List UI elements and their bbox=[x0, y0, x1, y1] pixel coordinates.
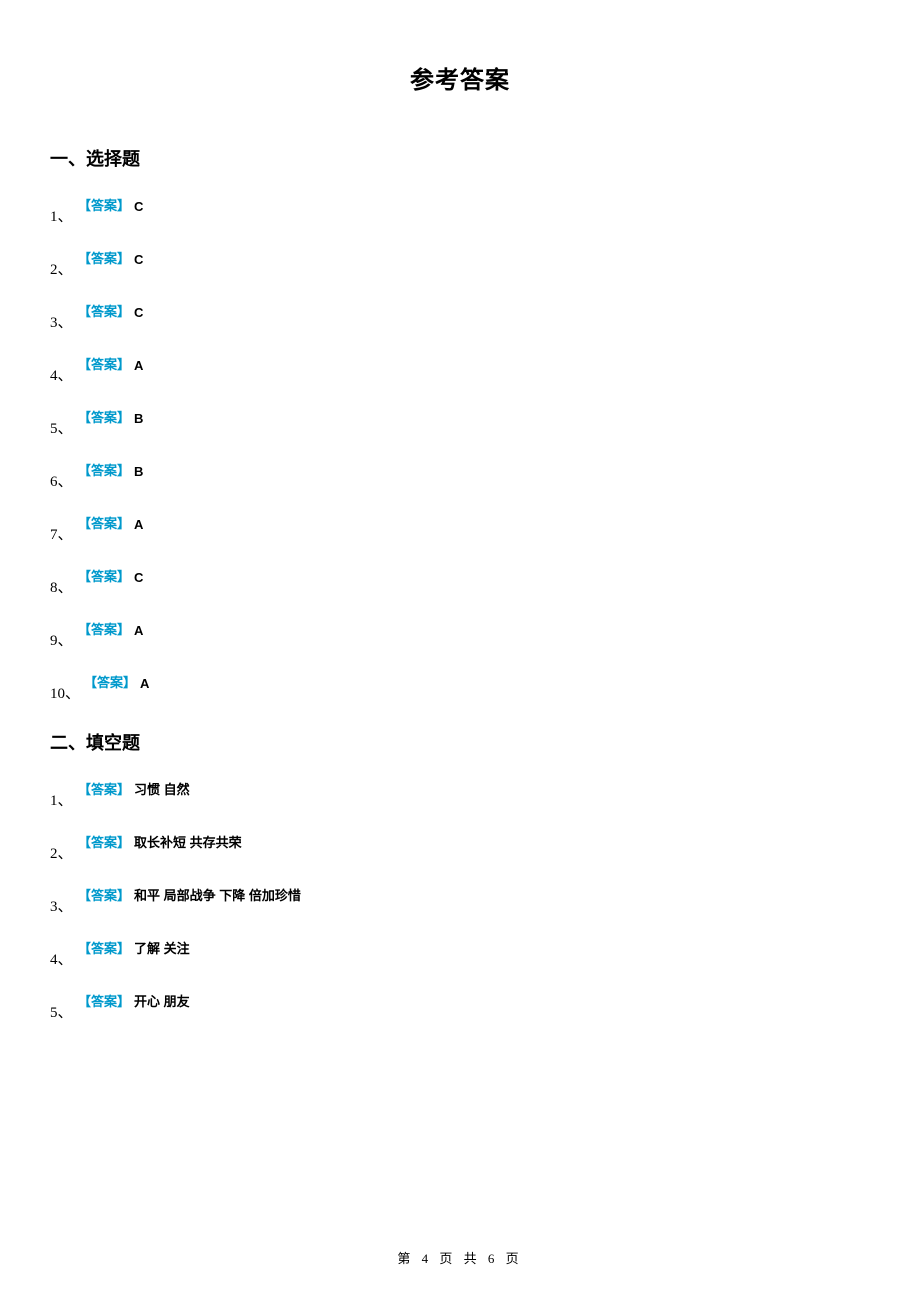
answer-label: 【答案】 bbox=[78, 938, 130, 957]
answer-value: A bbox=[134, 517, 143, 532]
answer-value: C bbox=[134, 252, 143, 267]
item-number: 5、 bbox=[50, 417, 74, 438]
item-number: 4、 bbox=[50, 364, 74, 385]
mc-item: 9、 【答案】 A bbox=[50, 623, 870, 644]
mc-item: 8、 【答案】 C bbox=[50, 570, 870, 591]
fill-item: 5、 【答案】 开心 朋友 bbox=[50, 995, 870, 1016]
item-number: 3、 bbox=[50, 895, 74, 916]
fill-item: 2、 【答案】 取长补短 共存共荣 bbox=[50, 836, 870, 857]
page-footer: 第 4 页 共 6 页 bbox=[0, 1248, 920, 1267]
item-number: 6、 bbox=[50, 470, 74, 491]
mc-item: 1、 【答案】 C bbox=[50, 199, 870, 220]
answer-value: B bbox=[134, 464, 143, 479]
mc-item: 6、 【答案】 B bbox=[50, 464, 870, 485]
section2-header: 二、填空题 bbox=[50, 729, 870, 755]
answer-value: B bbox=[134, 411, 143, 426]
fill-item: 3、 【答案】 和平 局部战争 下降 倍加珍惜 bbox=[50, 889, 870, 910]
item-number: 3、 bbox=[50, 311, 74, 332]
answer-label: 【答案】 bbox=[78, 460, 130, 479]
answer-value: 习惯 自然 bbox=[134, 779, 190, 798]
item-number: 5、 bbox=[50, 1001, 74, 1022]
answer-value: C bbox=[134, 305, 143, 320]
mc-item: 2、 【答案】 C bbox=[50, 252, 870, 273]
answer-value: 了解 关注 bbox=[134, 938, 190, 957]
item-number: 1、 bbox=[50, 789, 74, 810]
mc-item: 10、 【答案】 A bbox=[50, 676, 870, 697]
answer-page: 参考答案 一、选择题 1、 【答案】 C 2、 【答案】 C 3、 【答案】 C… bbox=[0, 0, 920, 1302]
answer-label: 【答案】 bbox=[78, 619, 130, 638]
answer-value: 开心 朋友 bbox=[134, 991, 190, 1010]
answer-label: 【答案】 bbox=[78, 832, 130, 851]
fill-item: 1、 【答案】 习惯 自然 bbox=[50, 783, 870, 804]
answer-label: 【答案】 bbox=[78, 248, 130, 267]
answer-label: 【答案】 bbox=[78, 407, 130, 426]
answer-label: 【答案】 bbox=[78, 779, 130, 798]
answer-label: 【答案】 bbox=[78, 885, 130, 904]
answer-value: A bbox=[140, 676, 149, 691]
item-number: 2、 bbox=[50, 258, 74, 279]
mc-item: 4、 【答案】 A bbox=[50, 358, 870, 379]
answer-value: A bbox=[134, 358, 143, 373]
item-number: 7、 bbox=[50, 523, 74, 544]
answer-label: 【答案】 bbox=[84, 672, 136, 691]
item-number: 10、 bbox=[50, 682, 80, 703]
answer-value: A bbox=[134, 623, 143, 638]
item-number: 2、 bbox=[50, 842, 74, 863]
answer-value: C bbox=[134, 570, 143, 585]
answer-label: 【答案】 bbox=[78, 354, 130, 373]
mc-item: 5、 【答案】 B bbox=[50, 411, 870, 432]
section1-header: 一、选择题 bbox=[50, 145, 870, 171]
answer-label: 【答案】 bbox=[78, 991, 130, 1010]
answer-label: 【答案】 bbox=[78, 195, 130, 214]
mc-item: 7、 【答案】 A bbox=[50, 517, 870, 538]
item-number: 8、 bbox=[50, 576, 74, 597]
fill-item: 4、 【答案】 了解 关注 bbox=[50, 942, 870, 963]
answer-value: 和平 局部战争 下降 倍加珍惜 bbox=[134, 885, 301, 904]
item-number: 1、 bbox=[50, 205, 74, 226]
answer-value: 取长补短 共存共荣 bbox=[134, 832, 242, 851]
answer-label: 【答案】 bbox=[78, 566, 130, 585]
answer-value: C bbox=[134, 199, 143, 214]
answer-label: 【答案】 bbox=[78, 301, 130, 320]
mc-item: 3、 【答案】 C bbox=[50, 305, 870, 326]
page-title: 参考答案 bbox=[50, 60, 870, 95]
item-number: 4、 bbox=[50, 948, 74, 969]
item-number: 9、 bbox=[50, 629, 74, 650]
answer-label: 【答案】 bbox=[78, 513, 130, 532]
